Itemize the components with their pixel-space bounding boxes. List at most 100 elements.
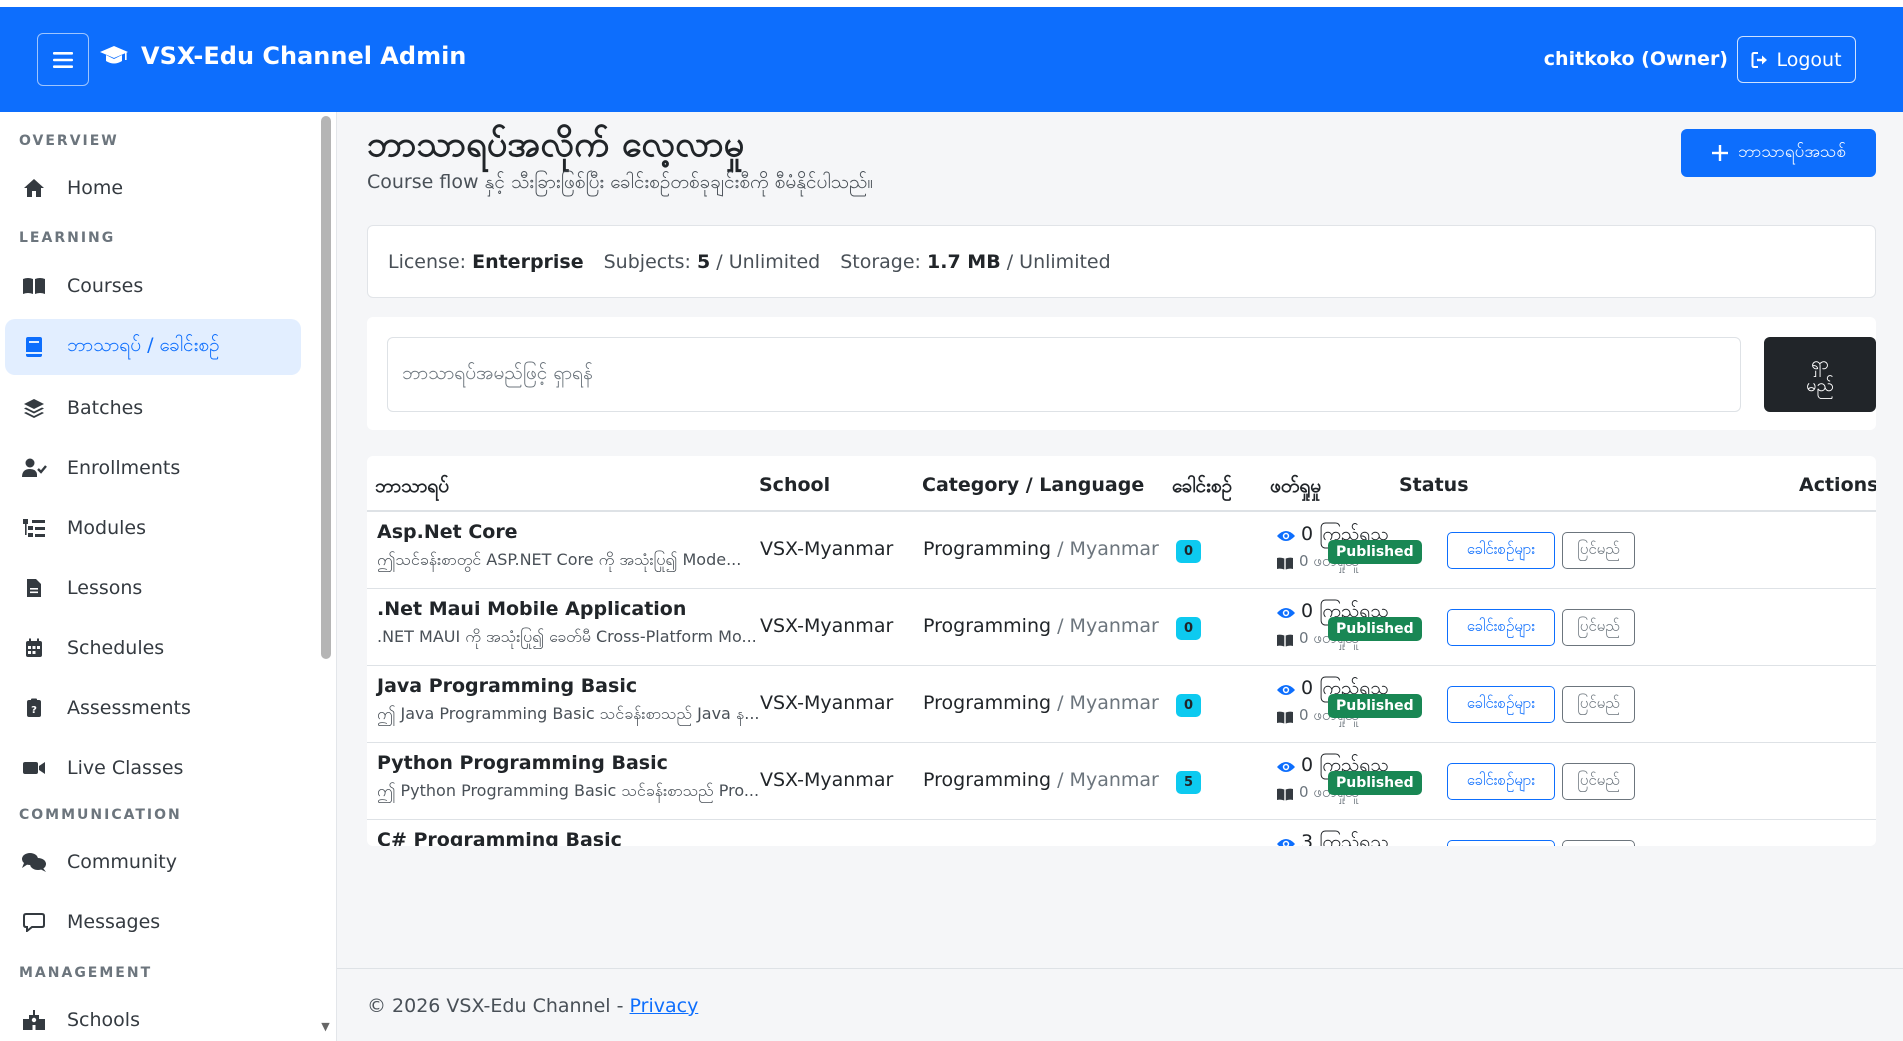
sidebar-item-label: Schedules: [67, 637, 165, 659]
home-icon: [21, 175, 47, 201]
file-icon: [21, 575, 47, 601]
scroll-down-arrow-icon[interactable]: ▼: [319, 1020, 332, 1033]
edit-button[interactable]: ပြင်မည်: [1562, 609, 1635, 646]
subject-cell: Java Programming Basic ဤ Java Programmin…: [367, 666, 759, 743]
table-header: ဘာသာရပ် School Category / Language ခေါင်…: [367, 456, 1876, 512]
school-name: VSX-Myanmar: [760, 615, 894, 637]
sidebar-item-label: Modules: [67, 517, 146, 539]
eye-icon: [1277, 608, 1295, 618]
subject-name[interactable]: C# Programming Basic: [377, 829, 622, 846]
sidebar-item-label: ဘာသာရပ် / ခေါင်းစဉ်: [67, 334, 220, 356]
edit-button[interactable]: ပြင်မည်: [1562, 840, 1635, 846]
col-subject: ဘာသာရပ်: [375, 475, 450, 497]
sidebar-item-live-classes[interactable]: Live Classes: [5, 740, 301, 796]
search-button[interactable]: ရှာ မည်: [1764, 337, 1876, 412]
subjects-table: ဘာသာရပ် School Category / Language ခေါင်…: [367, 456, 1876, 846]
sidebar-item-label: Messages: [67, 911, 161, 933]
hamburger-icon: [53, 51, 73, 68]
layers-icon: [21, 395, 47, 421]
sidebar-item-label: Home: [67, 177, 124, 199]
lessons-button[interactable]: ခေါင်းစဉ်များ: [1447, 532, 1555, 569]
school-name: VSX-Myanmar: [760, 692, 894, 714]
sidebar-item-label: Enrollments: [67, 457, 181, 479]
section-learning: LEARNING: [19, 230, 116, 246]
subject-name[interactable]: .Net Maui Mobile Application: [377, 598, 686, 620]
privacy-link[interactable]: Privacy: [630, 995, 699, 1017]
sidebar-item-batches[interactable]: Batches: [5, 380, 301, 436]
lessons-count-badge: 0: [1176, 540, 1201, 563]
sidebar-item-home[interactable]: Home: [5, 160, 301, 216]
book-open-icon: [21, 273, 47, 299]
sidebar-item-schedules[interactable]: Schedules: [5, 620, 301, 676]
subject-description: .NET MAUI ကို အသုံးပြု၍ ခေတ်မီ Cross-Pla…: [377, 627, 757, 646]
logout-label: Logout: [1776, 48, 1842, 71]
lessons-button[interactable]: ခေါင်းစဉ်များ: [1447, 763, 1555, 800]
brand[interactable]: VSX-Edu Channel Admin: [99, 42, 466, 70]
sidebar-item-lessons[interactable]: Lessons: [5, 560, 301, 616]
table-row: .Net Maui Mobile Application .NET MAUI က…: [367, 589, 1876, 666]
section-communication: COMMUNICATION: [19, 807, 182, 823]
sidebar: OVERVIEW Home LEARNING Courses ဘာသာရပ် /…: [0, 112, 337, 1041]
subject-description: ဤသင်ခန်းစာတွင် ASP.NET Core ကို အသုံးပြု…: [377, 550, 742, 569]
calendar-icon: [21, 635, 47, 661]
lessons-button[interactable]: ခေါင်းစဉ်များ: [1447, 609, 1555, 646]
category-language: Programming / Myanmar: [923, 692, 1159, 714]
table-row: Python Programming Basic ဤ Python Progra…: [367, 743, 1876, 820]
sidebar-item-messages[interactable]: Messages: [5, 894, 301, 950]
book-icon: [21, 334, 47, 360]
status-badge: Published: [1328, 617, 1422, 641]
status-badge: Published: [1328, 771, 1422, 795]
book-open-icon: [1277, 557, 1293, 569]
lessons-count-badge: 0: [1176, 617, 1201, 640]
sidebar-item-assessments[interactable]: ? Assessments: [5, 680, 301, 736]
subject-cell: .Net Maui Mobile Application .NET MAUI က…: [367, 589, 757, 666]
col-status: Status: [1399, 474, 1469, 496]
eye-icon: [1277, 839, 1295, 846]
views-count: 3 ကြည့်ရှုသူ: [1276, 830, 1389, 846]
book-open-icon: [1277, 788, 1293, 800]
sidebar-item-label: Courses: [67, 275, 144, 297]
sidebar-item-community[interactable]: Community: [5, 834, 301, 890]
search-input[interactable]: ဘာသာရပ်အမည်ဖြင့် ရှာရန်: [387, 337, 1741, 412]
list-tree-icon: [21, 515, 47, 541]
sidebar-item-modules[interactable]: Modules: [5, 500, 301, 556]
category-language: Programming / Myanmar: [923, 615, 1159, 637]
new-subject-button[interactable]: ဘာသာရပ်အသစ်: [1681, 129, 1876, 177]
book-open-icon: [1277, 634, 1293, 646]
message-icon: [21, 909, 47, 935]
edit-button[interactable]: ပြင်မည်: [1562, 763, 1635, 800]
comments-icon: [21, 849, 47, 875]
user-check-icon: [21, 455, 47, 481]
subject-name[interactable]: Python Programming Basic: [377, 752, 668, 774]
subject-cell: Python Programming Basic ဤ Python Progra…: [367, 743, 759, 820]
window-top-edge: [0, 0, 1903, 7]
edit-button[interactable]: ပြင်မည်: [1562, 532, 1635, 569]
search-button-line2: မည်: [1806, 374, 1834, 396]
subject-name[interactable]: Java Programming Basic: [377, 675, 637, 697]
video-icon: [21, 755, 47, 781]
subject-cell: Asp.Net Core ဤသင်ခန်းစာတွင် ASP.NET Core…: [367, 512, 747, 589]
lessons-button[interactable]: ခေါင်းစဉ်များ: [1447, 840, 1555, 846]
search-button-line1: ရှာ: [1811, 352, 1829, 374]
footer: © 2026 VSX-Edu Channel - Privacy: [337, 968, 1903, 1041]
section-overview: OVERVIEW: [19, 133, 119, 149]
status-badge: Published: [1328, 540, 1422, 564]
sidebar-item-label: Schools: [67, 1009, 140, 1031]
lessons-button[interactable]: ခေါင်းစဉ်များ: [1447, 686, 1555, 723]
sidebar-item-subjects[interactable]: ဘာသာရပ် / ခေါင်းစဉ်: [5, 319, 301, 375]
graduation-cap-icon: [100, 46, 128, 64]
page-title: ဘာသာရပ်အလိုက် လေ့လာမှု: [367, 124, 745, 165]
brand-title: VSX-Edu Channel Admin: [141, 42, 467, 70]
sidebar-item-schools[interactable]: Schools: [5, 992, 301, 1041]
school-name: VSX-Myanmar: [760, 538, 894, 560]
search-card: ဘာသာရပ်အမည်ဖြင့် ရှာရန် ရှာ မည်: [367, 317, 1876, 430]
subject-name[interactable]: Asp.Net Core: [377, 521, 518, 543]
category-language: Programming / Myanmar: [923, 538, 1159, 560]
sidebar-item-enrollments[interactable]: Enrollments: [5, 440, 301, 496]
menu-toggle-button[interactable]: [37, 33, 89, 86]
new-subject-label: ဘာသာရပ်အသစ်: [1738, 141, 1846, 162]
logout-button[interactable]: Logout: [1737, 36, 1856, 83]
sidebar-item-courses[interactable]: Courses: [5, 258, 301, 314]
sidebar-scroll-thumb[interactable]: [321, 116, 331, 659]
edit-button[interactable]: ပြင်မည်: [1562, 686, 1635, 723]
